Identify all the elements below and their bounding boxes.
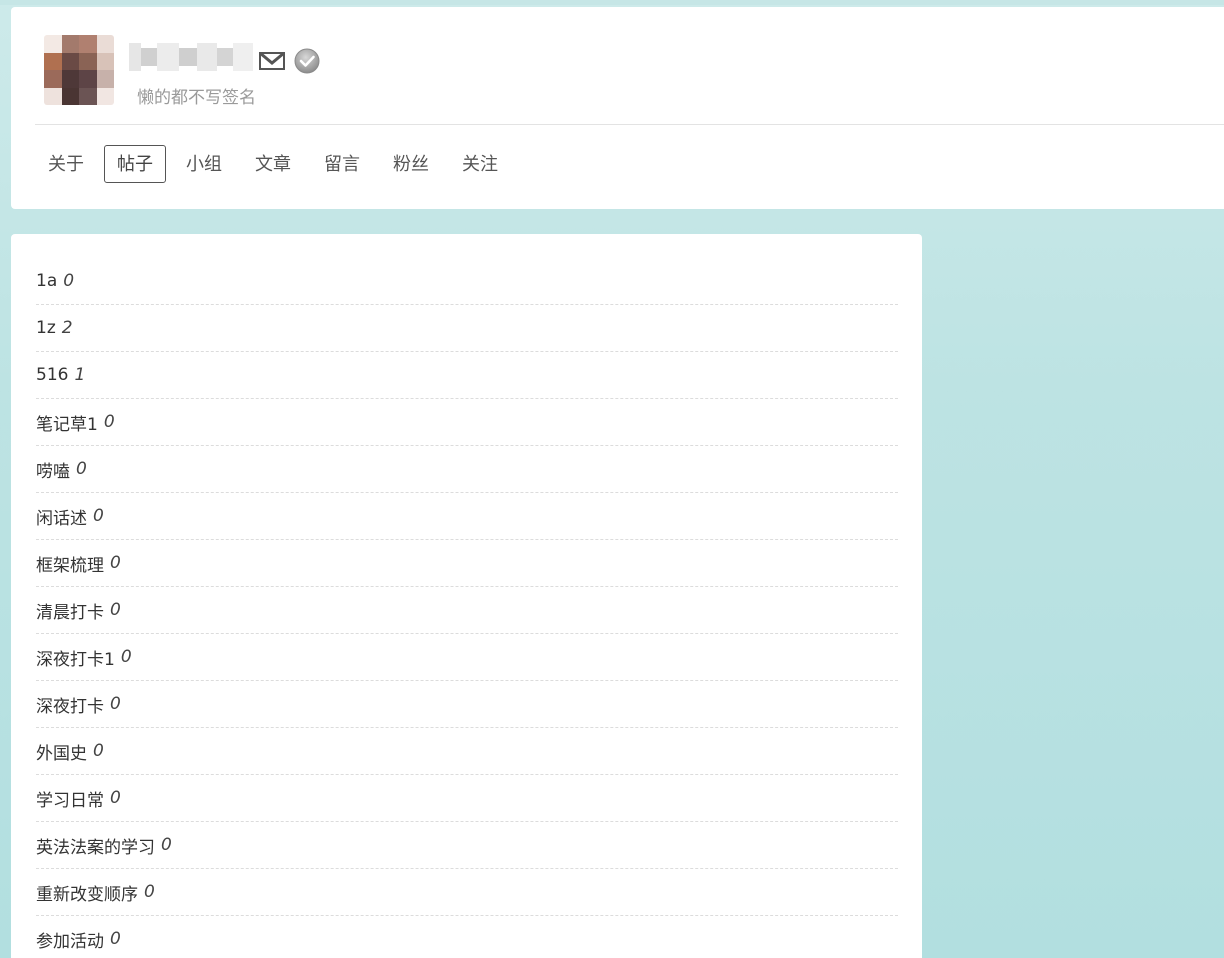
tag-count: 0 [161,835,172,855]
username-blur-block [179,48,197,66]
tag-count: 0 [110,788,121,808]
profile-header: 懒的都不写签名 关于 帖子 小组 文章 留言 粉丝 关注 [11,7,1224,209]
list-item[interactable]: 英法法案的学习 0 [36,822,898,869]
list-item[interactable]: 深夜打卡 0 [36,681,898,728]
tag-name: 闲话述 [36,508,87,529]
avatar-pixel [61,52,79,70]
list-item[interactable]: 深夜打卡1 0 [36,634,898,681]
tag-name: 参加活动 [36,931,104,952]
tag-count: 0 [110,694,121,714]
header-divider [35,124,1224,125]
tag-name: 深夜打卡1 [36,649,115,670]
avatar-pixel [44,87,62,105]
tag-count: 2 [61,318,73,338]
tag-count: 0 [110,929,121,949]
list-item[interactable]: 学习日常 0 [36,775,898,822]
tab-2[interactable]: 小组 [173,145,235,183]
tab-1[interactable]: 帖子 [104,145,166,183]
list-item[interactable]: 重新改变顺序 0 [36,869,898,916]
tag-count: 1 [74,365,86,385]
username-blur-block [217,48,233,66]
list-item[interactable]: 外国史 0 [36,728,898,775]
username-blur-block [157,43,179,71]
username-blur-block [129,43,141,71]
tag-name: 唠嗑 [36,461,70,482]
avatar-pixel [44,52,62,70]
avatar-pixel [44,70,62,88]
username-blurred[interactable] [129,41,253,73]
list-item[interactable]: 516 1 [36,352,898,399]
list-item[interactable]: 1z 2 [36,305,898,352]
avatar-pixel [79,70,97,88]
tag-count: 0 [76,459,87,479]
tab-4[interactable]: 留言 [311,145,373,183]
username-blur-block [233,43,253,71]
tag-count: 0 [93,506,104,526]
tag-name: 学习日常 [36,790,104,811]
username-blur-block [141,48,157,66]
tag-name: 1a [36,271,58,291]
list-item[interactable]: 1a 0 [36,258,898,305]
tab-3[interactable]: 文章 [242,145,304,183]
tag-count: 0 [103,412,115,432]
avatar-pixel [96,35,114,53]
post-tag-list-card: 1a 0 1z 2 516 1 笔记草1 0 唠嗑 0 闲话述 0 框架梳理 0 清晨打卡 0 深夜打卡1 0 深夜… [11,234,922,958]
avatar-pixel [96,52,114,70]
list-item[interactable]: 参加活动 0 [36,916,898,958]
tag-count: 0 [120,647,132,667]
tag-name: 笔记草1 [36,414,98,435]
tag-count: 0 [110,553,121,573]
avatar-pixel [96,70,114,88]
profile-signature: 懒的都不写签名 [137,88,256,108]
verified-check-icon [294,48,320,74]
avatar-pixel [61,35,79,53]
tab-0[interactable]: 关于 [35,145,97,183]
tag-name: 深夜打卡 [36,696,104,717]
top-strip [0,0,1224,5]
tag-name: 1z [36,318,56,338]
tag-name: 清晨打卡 [36,602,104,623]
avatar-pixel [44,35,62,53]
list-item[interactable]: 唠嗑 0 [36,446,898,493]
tag-count: 0 [93,741,104,761]
tag-count: 0 [110,600,121,620]
tag-count: 0 [63,271,75,291]
tab-6[interactable]: 关注 [449,145,511,183]
tag-name: 重新改变顺序 [36,884,138,905]
profile-nav: 关于 帖子 小组 文章 留言 粉丝 关注 [35,144,518,184]
tag-name: 516 [36,365,69,385]
avatar[interactable] [44,35,114,105]
avatar-pixel [61,87,79,105]
mail-icon[interactable] [259,51,285,71]
tag-count: 0 [144,882,155,902]
tag-list: 1a 0 1z 2 516 1 笔记草1 0 唠嗑 0 闲话述 0 框架梳理 0 清晨打卡 0 深夜打卡1 0 深夜… [36,258,898,958]
avatar-pixel [79,52,97,70]
list-item[interactable]: 清晨打卡 0 [36,587,898,634]
tag-name: 框架梳理 [36,555,104,576]
tab-5[interactable]: 粉丝 [380,145,442,183]
list-item[interactable]: 笔记草1 0 [36,399,898,446]
list-item[interactable]: 闲话述 0 [36,493,898,540]
list-item[interactable]: 框架梳理 0 [36,540,898,587]
avatar-pixel [96,87,114,105]
avatar-pixel [61,70,79,88]
tag-name: 英法法案的学习 [36,837,155,858]
username-blur-block [197,43,217,71]
avatar-pixel [79,35,97,53]
tag-name: 外国史 [36,743,87,764]
avatar-pixel [79,87,97,105]
